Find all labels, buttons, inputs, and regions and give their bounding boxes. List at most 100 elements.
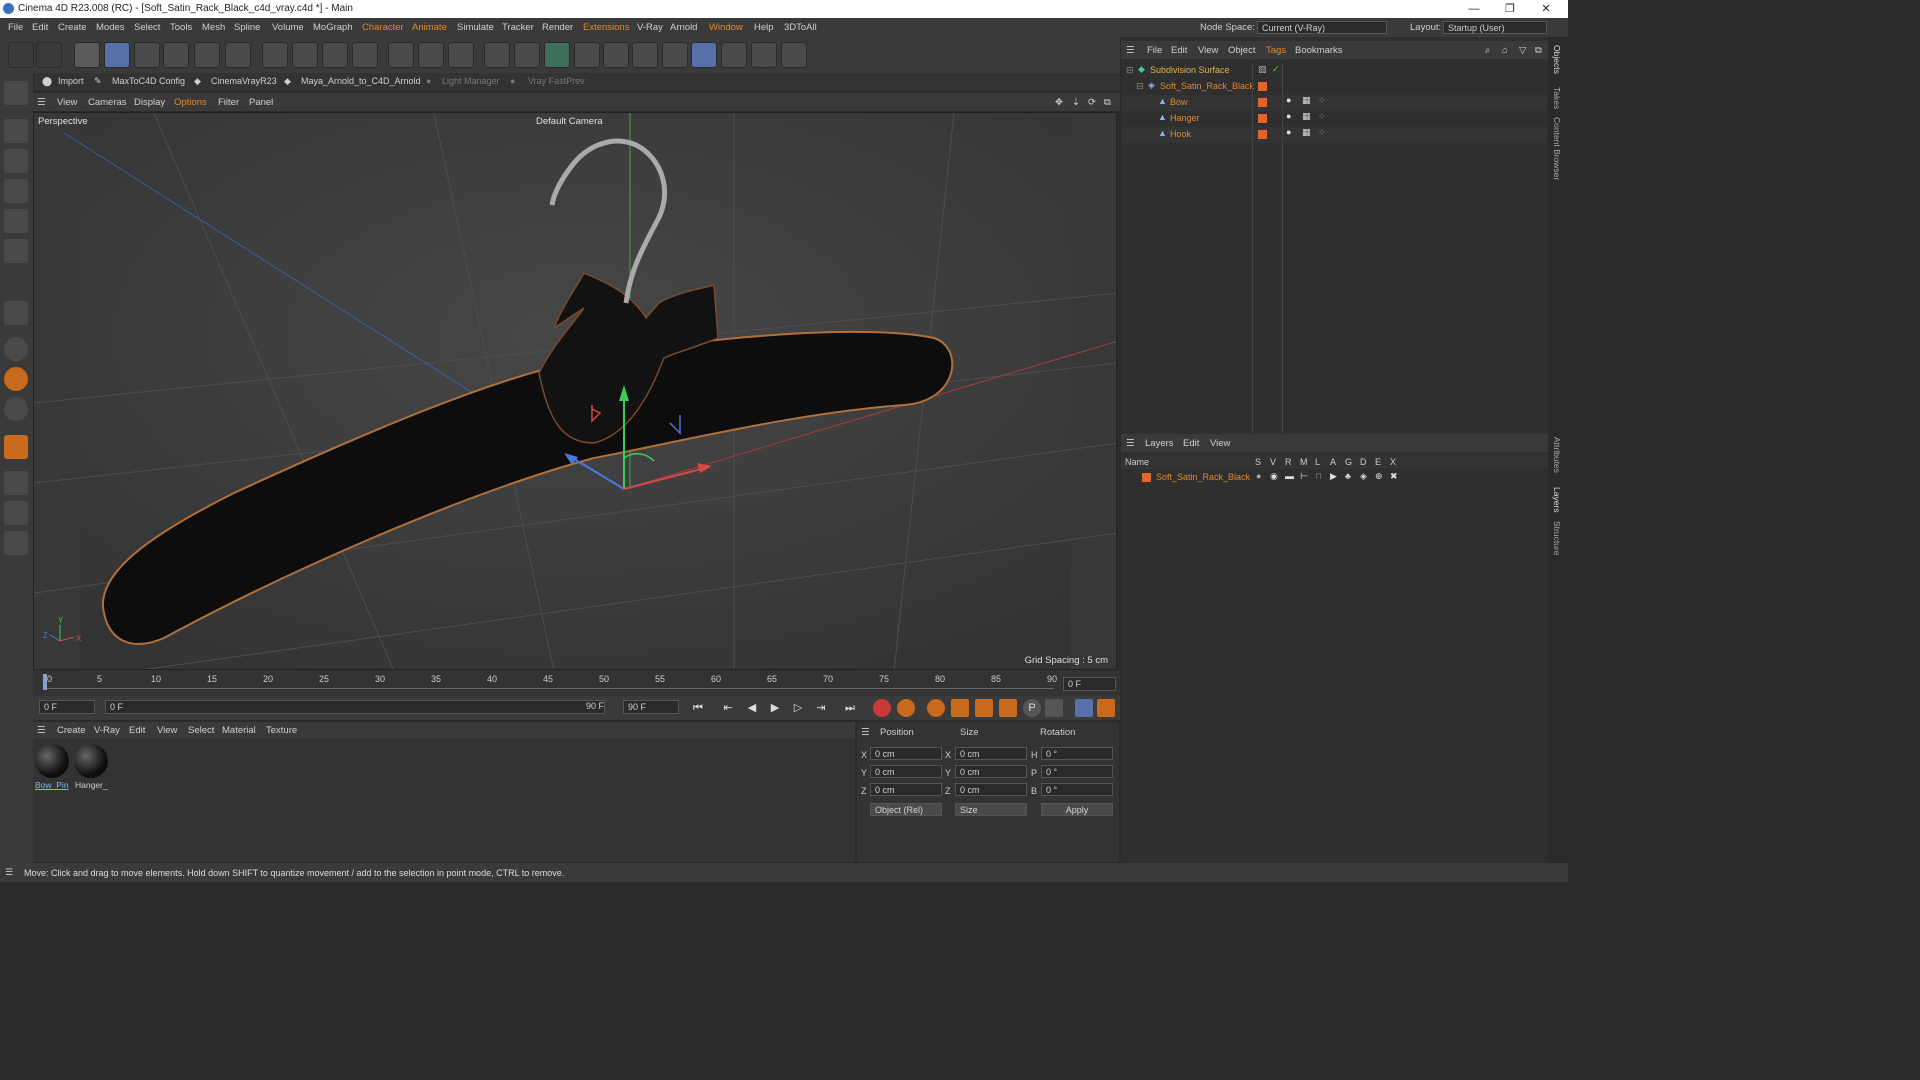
coord-size-mode-dropdown[interactable]: Size — [955, 803, 1027, 816]
layer-hamburger-icon[interactable]: ☰ — [1126, 438, 1135, 449]
side-tab-structure[interactable]: Structure — [1552, 521, 1562, 556]
menu-render[interactable]: Render — [542, 22, 573, 33]
menu-select[interactable]: Select — [134, 22, 160, 33]
move-tool-icon[interactable] — [104, 42, 130, 68]
workplane-icon[interactable] — [4, 301, 28, 325]
render-settings-icon[interactable] — [448, 42, 474, 68]
bow-uvw-tag-icon[interactable]: ⁘ — [1318, 95, 1326, 106]
bow-material-tag-icon[interactable]: ● — [1286, 95, 1291, 105]
y-axis-icon[interactable] — [292, 42, 318, 68]
object-menu-view[interactable]: View — [1198, 45, 1218, 56]
viewport-rotate-icon[interactable]: ⟳ — [1088, 97, 1096, 108]
key-rotation-icon[interactable] — [999, 699, 1017, 717]
layer-animation-icon[interactable]: ▶ — [1330, 471, 1337, 482]
add-tool-icon[interactable] — [225, 42, 251, 68]
status-hamburger-icon[interactable]: ☰ — [5, 867, 13, 878]
render-picture-viewer-icon[interactable] — [418, 42, 444, 68]
subdivision-icon[interactable] — [544, 42, 570, 68]
camera-name[interactable]: Default Camera — [536, 116, 603, 127]
camera-icon[interactable] — [751, 42, 777, 68]
side-tab-takes[interactable]: Takes — [1552, 87, 1562, 109]
hook-uvw-tag-icon[interactable]: ⁘ — [1318, 127, 1326, 138]
hanger-layer-color-icon[interactable] — [1258, 114, 1267, 123]
layer-name[interactable]: Soft_Satin_Rack_Black — [1156, 472, 1250, 482]
apply-button[interactable]: Apply — [1041, 803, 1113, 816]
cube-icon[interactable] — [484, 42, 510, 68]
previous-key-icon[interactable]: ⇤ — [719, 699, 737, 717]
auto-key-icon[interactable] — [897, 699, 915, 717]
grid-icon[interactable] — [4, 501, 28, 525]
menu-file[interactable]: File — [8, 22, 23, 33]
points-mode-icon[interactable] — [4, 179, 28, 203]
object-name-rack[interactable]: Soft_Satin_Rack_Black — [1160, 81, 1254, 91]
layer-color-swatch[interactable] — [1142, 473, 1151, 482]
coord-system-icon[interactable] — [352, 42, 378, 68]
material-bow-pin-label[interactable]: Bow_Pin — [35, 780, 69, 790]
material-hanger-label[interactable]: Hanger_ — [75, 780, 108, 790]
rotate-tool-icon[interactable] — [163, 42, 189, 68]
scale-tool-icon[interactable] — [134, 42, 160, 68]
mograph-cloner-icon[interactable] — [632, 42, 658, 68]
record-icon[interactable] — [873, 699, 891, 717]
plugin-import[interactable]: Import — [58, 76, 84, 86]
hanger-material-tag-icon[interactable]: ● — [1286, 111, 1291, 121]
side-tab-content-browser[interactable]: Content Browser — [1552, 117, 1562, 180]
start-frame-field[interactable]: 0 F — [39, 700, 95, 714]
array-icon[interactable] — [603, 42, 629, 68]
node-space-dropdown[interactable]: Current (V-Ray) — [1257, 21, 1387, 34]
go-to-start-icon[interactable]: ⏮ — [689, 699, 707, 717]
next-frame-icon[interactable]: ▷ — [789, 699, 807, 717]
close-icon[interactable]: ✕ — [1538, 1, 1554, 17]
object-menu-object[interactable]: Object — [1228, 45, 1255, 56]
3d-viewport[interactable]: Y X Z Perspective Default Camera Grid Sp… — [33, 112, 1117, 670]
viewport-menu-filter[interactable]: Filter — [218, 97, 239, 108]
menu-help[interactable]: Help — [754, 22, 774, 33]
menu-modes[interactable]: Modes — [96, 22, 125, 33]
plugin-cinemavray[interactable]: CinemaVrayR23 — [211, 76, 277, 86]
current-frame-field[interactable]: 0 F — [1063, 677, 1116, 691]
menu-vray[interactable]: V-Ray — [637, 22, 663, 33]
material-menu-material[interactable]: Material — [222, 725, 256, 736]
tree-collapse-icon[interactable]: ⊟ — [1126, 65, 1134, 76]
coord-hamburger-icon[interactable]: ☰ — [861, 727, 870, 738]
key-pla-icon[interactable] — [1045, 699, 1063, 717]
object-search-icon[interactable]: ⌕ — [1485, 45, 1490, 56]
material-menu-texture[interactable]: Texture — [266, 725, 297, 736]
object-name-bow[interactable]: Bow — [1170, 97, 1188, 107]
hook-material-tag-icon[interactable]: ● — [1286, 127, 1291, 137]
rack-layer-color-icon[interactable] — [1258, 82, 1267, 91]
snap-s-icon[interactable] — [4, 337, 28, 361]
size-y-field[interactable]: 0 cm — [955, 765, 1027, 778]
viewport-zoom-icon[interactable]: ⇣ — [1072, 97, 1080, 108]
object-menu-edit[interactable]: Edit — [1171, 45, 1187, 56]
hook-layer-color-icon[interactable] — [1258, 130, 1267, 139]
side-tab-attributes[interactable]: Attributes — [1552, 437, 1562, 473]
layer-lock-icon[interactable]: ⊓ — [1315, 471, 1322, 482]
motion-icon[interactable] — [1075, 699, 1093, 717]
object-row-hook[interactable]: ▲ Hook ● ▦ ⁘ — [1122, 127, 1547, 143]
previous-frame-icon[interactable]: ◀ — [743, 699, 761, 717]
z-axis-icon[interactable] — [322, 42, 348, 68]
model-mode-icon[interactable] — [4, 119, 28, 143]
layer-menu-layers[interactable]: Layers — [1145, 438, 1174, 449]
object-menu-bookmarks[interactable]: Bookmarks — [1295, 45, 1343, 56]
field-icon[interactable] — [691, 42, 717, 68]
rot-h-field[interactable]: 0 ° — [1041, 747, 1113, 760]
object-name-hanger[interactable]: Hanger — [1170, 113, 1200, 123]
object-new-window-icon[interactable]: ⧉ — [1535, 45, 1542, 56]
viewport-menu-display[interactable]: Display — [134, 97, 165, 108]
object-row-bow[interactable]: ▲ Bow ● ▦ ⁘ — [1122, 95, 1547, 111]
menu-edit[interactable]: Edit — [32, 22, 48, 33]
menu-mograph[interactable]: MoGraph — [313, 22, 353, 33]
bow-layer-color-icon[interactable] — [1258, 98, 1267, 107]
polygons-mode-icon[interactable] — [4, 239, 28, 263]
plugin-maxtoc4d-config[interactable]: MaxToC4D Config — [112, 76, 185, 86]
material-hamburger-icon[interactable]: ☰ — [37, 725, 46, 736]
layer-xref-icon[interactable]: ✖ — [1390, 471, 1398, 482]
end-frame-field[interactable]: 90 F — [623, 700, 679, 714]
material-bow-pin-swatch[interactable] — [35, 744, 69, 778]
play-icon[interactable]: ▶ — [766, 699, 784, 717]
restore-icon[interactable]: ❐ — [1502, 1, 1518, 17]
subdivision-edit-icon[interactable]: ▨ — [1258, 64, 1267, 75]
extrude-icon[interactable] — [574, 42, 600, 68]
